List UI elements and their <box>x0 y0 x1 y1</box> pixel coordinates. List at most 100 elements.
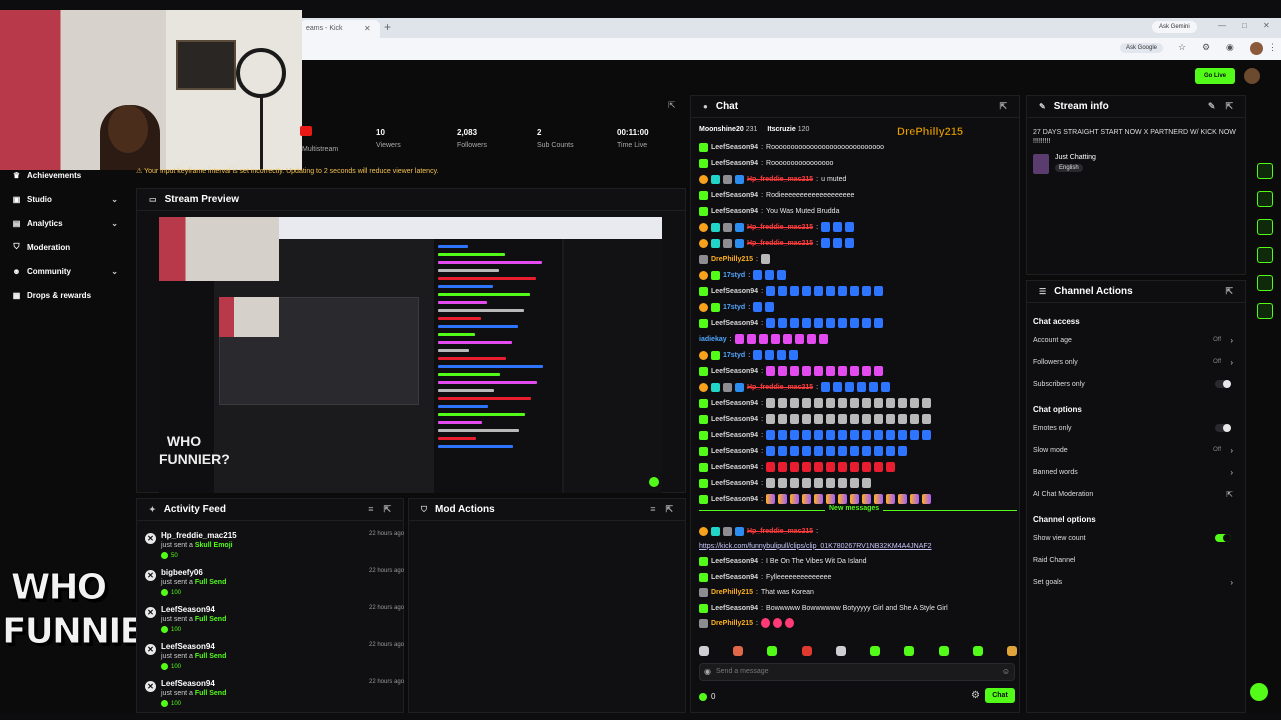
chat-settings-icon[interactable]: ◉ <box>704 667 711 676</box>
volume-icon[interactable] <box>1257 275 1273 291</box>
chat-username[interactable]: LeefSeason94 <box>711 574 758 581</box>
quick-emote-icon[interactable] <box>904 646 915 656</box>
chat-message[interactable]: LeefSeason94: <box>699 476 1017 490</box>
quick-emote-icon[interactable] <box>938 646 949 656</box>
popout-icon[interactable]: ⇱ <box>668 100 676 111</box>
setting-row[interactable]: Account age Off › <box>1033 336 1237 351</box>
activity-item[interactable]: ✕ Hp_freddie_mac215 22 hours ago just sent … <box>143 531 411 567</box>
chat-username[interactable]: LeefSeason94 <box>711 464 758 471</box>
quick-emote-icon[interactable] <box>699 646 709 656</box>
chat-username[interactable]: LeefSeason94 <box>711 192 758 199</box>
chat-username[interactable]: Hp_freddie_mac215 <box>747 384 813 391</box>
toggle-switch[interactable] <box>1215 534 1231 542</box>
home-icon[interactable] <box>1257 163 1273 179</box>
chat-username[interactable]: Hp_freddie_mac215 <box>747 528 813 535</box>
chat-username[interactable]: LeefSeason94 <box>711 448 758 455</box>
lightning-icon[interactable] <box>1257 191 1273 207</box>
chat-message[interactable]: DrePhilly215: <box>699 252 1017 266</box>
pinned-item[interactable]: Itscruzie 120 <box>767 126 809 133</box>
popout-icon[interactable]: ⇱ <box>383 504 391 515</box>
chat-username[interactable]: LeefSeason94 <box>711 432 758 439</box>
menu-icon[interactable]: ⋮ <box>1268 42 1277 53</box>
activity-item[interactable]: ✕ LeefSeason94 22 hours ago just sent a Ful… <box>143 679 411 715</box>
go-live-button[interactable]: Go Live <box>1195 68 1235 84</box>
activity-item[interactable]: ✕ LeefSeason94 22 hours ago just sent a Ful… <box>143 642 411 678</box>
quick-emote-icon[interactable] <box>767 646 778 656</box>
chat-message[interactable]: DrePhilly215: <box>699 616 1017 630</box>
chat-message[interactable]: LeefSeason94: You Was Muted Brudda <box>699 204 1017 218</box>
setting-row[interactable]: Banned words › <box>1033 468 1237 483</box>
sidebar-item-drops-rewards[interactable]: ▦ Drops & rewards <box>12 287 118 303</box>
chat-message[interactable]: Hp_freddie_mac215: <box>699 220 1017 234</box>
setting-row[interactable]: Set goals › <box>1033 578 1237 593</box>
filter-icon[interactable]: ≡ <box>368 504 373 515</box>
chat-input[interactable]: ◉ Send a message ☺ <box>699 663 1015 681</box>
popout-icon[interactable]: ⇱ <box>665 504 673 515</box>
close-window-icon[interactable]: ✕ <box>1263 21 1270 30</box>
setting-row[interactable]: Emotes only <box>1033 424 1237 439</box>
maximize-icon[interactable]: □ <box>1242 21 1247 30</box>
setting-row[interactable]: Slow mode Off › <box>1033 446 1237 461</box>
chat-username[interactable]: LeefSeason94 <box>711 208 758 215</box>
chat-message[interactable]: LeefSeason94: <box>699 396 1017 410</box>
sidebar-item-analytics[interactable]: ▤ Analytics ⌄ <box>12 215 118 231</box>
minimize-icon[interactable]: — <box>1218 21 1226 30</box>
ask-google-button[interactable]: Ask Google <box>1120 43 1164 53</box>
chat-message[interactable]: 17styd: <box>699 268 1017 282</box>
dismiss-icon[interactable]: ✕ <box>145 570 156 581</box>
chat-message[interactable]: Hp_freddie_mac215: <box>699 524 1017 538</box>
star-icon[interactable]: ☆ <box>1178 42 1186 53</box>
setting-row[interactable]: AI Chat Moderation ⇱ <box>1033 490 1237 505</box>
clipboard-icon[interactable] <box>1257 219 1273 235</box>
activity-item[interactable]: ✕ bigbeefy06 22 hours ago just sent a Full … <box>143 568 411 604</box>
send-chat-button[interactable]: Chat <box>985 688 1015 703</box>
chat-username[interactable]: LeefSeason94 <box>711 320 758 327</box>
chat-username[interactable]: LeefSeason94 <box>711 368 758 375</box>
new-tab-icon[interactable]: + <box>384 20 391 34</box>
chat-message[interactable]: iadiekay: <box>699 332 1017 346</box>
chat-message[interactable]: LeefSeason94: Roooooooooooooooo <box>699 156 1017 170</box>
new-messages-divider[interactable]: New messages <box>699 505 1017 520</box>
quick-emote-icon[interactable] <box>972 646 983 656</box>
quick-emote-icon[interactable] <box>733 646 744 656</box>
chat-message[interactable]: LeefSeason94: <box>699 412 1017 426</box>
chat-username[interactable]: 17styd <box>723 272 745 279</box>
browser-profile-avatar[interactable] <box>1250 42 1263 55</box>
toggle-switch[interactable] <box>1215 380 1231 388</box>
chat-message[interactable]: LeefSeason94: <box>699 284 1017 298</box>
chat-link[interactable]: https://kick.com/funnybulipull/clips/cli… <box>699 543 932 550</box>
chat-username[interactable]: LeefSeason94 <box>711 416 758 423</box>
chat-message[interactable]: LeefSeason94: <box>699 444 1017 458</box>
quick-emote-icon[interactable] <box>1006 646 1017 656</box>
chat-message[interactable]: Hp_freddie_mac215: <box>699 236 1017 250</box>
chat-message[interactable]: DrePhilly215: That was Korean <box>699 586 1017 600</box>
setting-row[interactable]: Subscribers only <box>1033 380 1237 395</box>
chat-username[interactable]: iadiekay <box>699 336 727 343</box>
chat-username[interactable]: DrePhilly215 <box>711 256 753 263</box>
chat-username[interactable]: 17styd <box>723 352 745 359</box>
setting-row[interactable]: Raid Channel <box>1033 557 1237 571</box>
chat-username[interactable]: 17styd <box>723 304 745 311</box>
close-icon[interactable]: ✕ <box>364 24 371 33</box>
sidebar-item-achievements[interactable]: ♛ Achievements <box>12 167 118 183</box>
extension-icon[interactable]: ⚙ <box>1202 42 1210 53</box>
quick-emote-icon[interactable] <box>801 646 812 656</box>
chat-icon[interactable] <box>1257 247 1273 263</box>
popout-icon[interactable]: ⇱ <box>1225 101 1233 112</box>
ask-gemini-button[interactable]: Ask Gemini <box>1152 21 1197 33</box>
avatar[interactable] <box>1244 68 1260 84</box>
chat-message[interactable]: LeefSeason94: I Be On The Vibes Wit Da Is… <box>699 555 1017 569</box>
chat-username[interactable]: Hp_freddie_mac215 <box>747 224 813 231</box>
chat-username[interactable]: LeefSeason94 <box>711 496 758 503</box>
setting-row[interactable]: Show view count <box>1033 534 1237 549</box>
chat-username[interactable]: LeefSeason94 <box>711 480 758 487</box>
chat-message[interactable]: LeefSeason94: <box>699 364 1017 378</box>
chat-message[interactable]: Hp_freddie_mac215: u muted <box>699 172 1017 186</box>
chat-username[interactable]: LeefSeason94 <box>711 558 758 565</box>
chat-message[interactable]: LeefSeason94: <box>699 428 1017 442</box>
toggle-switch[interactable] <box>1215 424 1231 432</box>
filter-icon[interactable]: ≡ <box>650 504 655 515</box>
setting-row[interactable]: Followers only Off › <box>1033 358 1237 373</box>
quick-emote-icon[interactable] <box>870 646 881 656</box>
sidebar-item-moderation[interactable]: ⛉ Moderation <box>12 239 118 255</box>
